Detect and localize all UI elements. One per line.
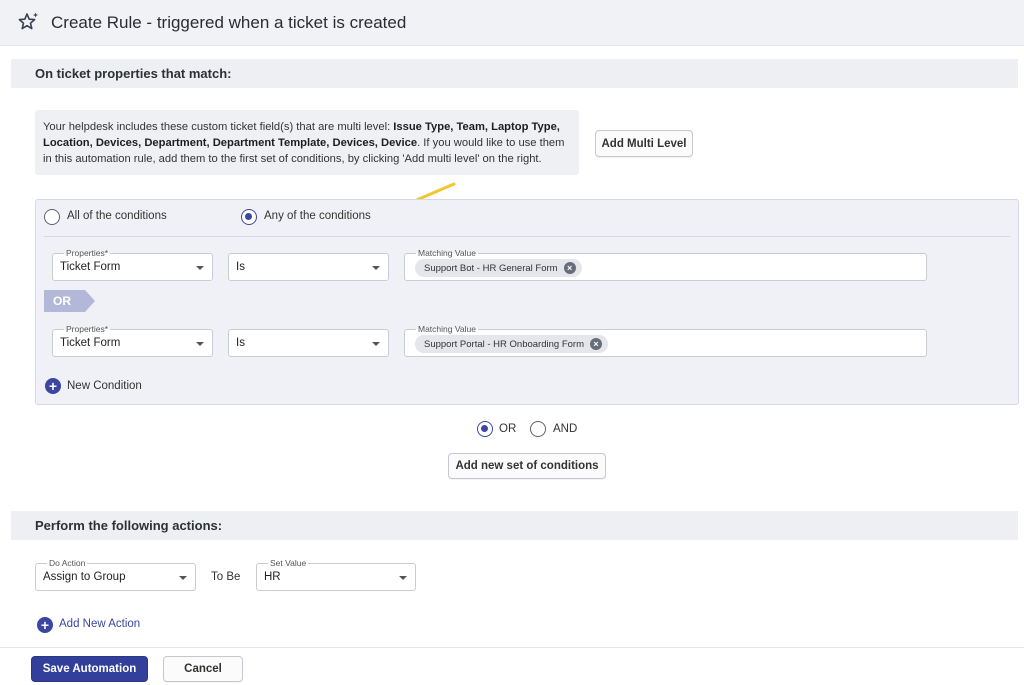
footer-divider [0, 647, 1024, 648]
plus-icon[interactable]: + [45, 378, 61, 394]
property-value: Ticket Form [60, 337, 121, 349]
match-any-label: Any of the conditions [264, 210, 371, 222]
value-chip: Support Portal - HR Onboarding Form × [415, 335, 608, 353]
property-select[interactable]: Properties* Ticket Form [52, 248, 213, 281]
operator-select[interactable]: Is [228, 253, 389, 281]
close-icon[interactable]: × [589, 338, 602, 350]
join-and-radio[interactable] [530, 421, 546, 437]
match-any-radio[interactable] [241, 209, 257, 225]
chevron-down-icon [196, 266, 204, 270]
value-chip: Support Bot - HR General Form × [415, 259, 582, 277]
add-new-action-link[interactable]: Add New Action [59, 618, 140, 630]
join-or-label: OR [499, 423, 517, 435]
chip-label: Support Portal - HR Onboarding Form [424, 338, 584, 350]
operator-value: Is [236, 261, 245, 273]
chevron-down-icon [399, 576, 407, 580]
cancel-button[interactable]: Cancel [163, 656, 243, 682]
matching-value-field[interactable]: Matching Value Support Bot - HR General … [404, 248, 927, 281]
chevron-down-icon [196, 342, 204, 346]
chevron-down-icon [372, 342, 380, 346]
join-or-radio[interactable] [477, 421, 493, 437]
match-all-radio[interactable] [44, 209, 60, 225]
join-and-label: AND [553, 423, 578, 435]
chevron-down-icon [179, 576, 187, 580]
matching-value-field[interactable]: Matching Value Support Portal - HR Onboa… [404, 324, 927, 357]
set-value-label: Set Value [268, 558, 309, 568]
condition-set-box: All of the conditions Any of the conditi… [35, 199, 1019, 405]
header-bar: Create Rule - triggered when a ticket is… [0, 0, 1024, 46]
or-connector-tag: OR [44, 290, 95, 312]
operator-value: Is [236, 337, 245, 349]
do-action-label: Do Action [47, 558, 88, 568]
info-text: Your helpdesk includes these custom tick… [43, 121, 394, 133]
or-tag-label: OR [53, 294, 71, 308]
plus-icon[interactable]: + [37, 617, 53, 633]
property-select[interactable]: Properties* Ticket Form [52, 324, 213, 357]
close-icon[interactable]: × [563, 262, 576, 274]
set-value-value: HR [264, 571, 281, 583]
sparkle-star-icon [18, 11, 40, 36]
chevron-down-icon [372, 266, 380, 270]
matching-value-label: Matching Value [416, 248, 478, 258]
do-action-select[interactable]: Do Action Assign to Group [35, 558, 196, 591]
property-value: Ticket Form [60, 261, 121, 273]
matching-value-label: Matching Value [416, 324, 478, 334]
property-label: Properties* [64, 248, 111, 258]
page-title: Create Rule - triggered when a ticket is… [51, 13, 407, 32]
match-all-label: All of the conditions [67, 210, 167, 222]
to-be-label: To Be [211, 571, 241, 583]
new-condition-link[interactable]: New Condition [67, 380, 142, 392]
property-label: Properties* [64, 324, 111, 334]
divider [44, 236, 1010, 237]
add-condition-set-button[interactable]: Add new set of conditions [448, 453, 606, 479]
multi-level-info: Your helpdesk includes these custom tick… [35, 110, 579, 175]
set-value-select[interactable]: Set Value HR [256, 558, 416, 591]
chip-label: Support Bot - HR General Form [424, 262, 558, 274]
save-automation-button[interactable]: Save Automation [31, 656, 148, 682]
add-multi-level-button[interactable]: Add Multi Level [595, 130, 693, 157]
do-action-value: Assign to Group [43, 571, 126, 583]
conditions-heading: On ticket properties that match: [11, 59, 1018, 88]
operator-select[interactable]: Is [228, 329, 389, 357]
actions-heading: Perform the following actions: [11, 511, 1018, 540]
